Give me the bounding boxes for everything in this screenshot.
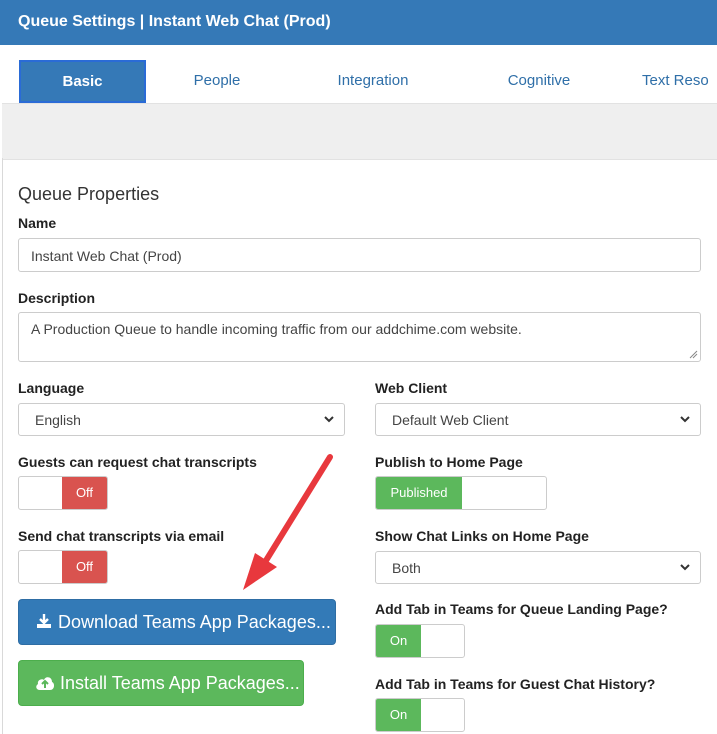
section-title: Queue Properties: [18, 184, 160, 204]
tab-basic[interactable]: Basic: [19, 60, 146, 103]
name-input[interactable]: Instant Web Chat (Prod): [18, 238, 701, 272]
teams-tab-landing-toggle[interactable]: On: [375, 624, 465, 658]
guests-transcripts-label: Guests can request chat transcripts: [18, 454, 257, 470]
chevron-down-icon: [680, 416, 690, 423]
install-button-label: Install Teams App Packages...: [60, 673, 300, 693]
tab-integration[interactable]: Integration: [302, 61, 444, 103]
tab-people[interactable]: People: [162, 61, 272, 103]
chevron-down-icon: [680, 564, 690, 571]
send-transcripts-toggle[interactable]: Off: [18, 550, 108, 584]
toggle-state: Published: [376, 477, 462, 509]
guests-transcripts-toggle[interactable]: Off: [18, 476, 108, 510]
teams-tab-landing-label: Add Tab in Teams for Queue Landing Page?: [375, 601, 668, 617]
toggle-state: On: [376, 699, 421, 731]
window-title: Queue Settings | Instant Web Chat (Prod): [18, 13, 331, 30]
publish-home-toggle[interactable]: Published: [375, 476, 547, 510]
window-header: Queue Settings | Instant Web Chat (Prod): [0, 0, 717, 45]
show-links-value: Both: [392, 560, 421, 576]
language-value: English: [35, 412, 81, 428]
toggle-state: Off: [62, 477, 107, 509]
description-text: A Production Queue to handle incoming tr…: [31, 321, 522, 337]
tab-cognitive[interactable]: Cognitive: [474, 61, 604, 103]
toggle-state: On: [376, 625, 421, 657]
send-transcripts-label: Send chat transcripts via email: [18, 528, 225, 544]
resize-handle-icon[interactable]: [689, 350, 698, 359]
tab-bar: Basic People Integration Cognitive Text …: [2, 45, 717, 103]
teams-tab-history-toggle[interactable]: On: [375, 698, 465, 732]
name-label: Name: [18, 215, 57, 231]
language-select[interactable]: English: [18, 403, 345, 436]
install-teams-packages-button[interactable]: Install Teams App Packages...: [18, 660, 304, 706]
publish-home-label: Publish to Home Page: [375, 454, 523, 470]
web-client-value: Default Web Client: [392, 412, 509, 428]
toggle-state: Off: [62, 551, 107, 583]
tab-text-responses[interactable]: Text Reso: [642, 61, 717, 103]
web-client-label: Web Client: [375, 380, 448, 396]
description-textarea[interactable]: A Production Queue to handle incoming tr…: [18, 312, 701, 362]
language-label: Language: [18, 380, 85, 396]
teams-tab-history-label: Add Tab in Teams for Guest Chat History?: [375, 676, 656, 692]
panel-border: [2, 158, 3, 734]
toolbar: [2, 103, 717, 160]
description-label: Description: [18, 290, 96, 306]
download-teams-packages-button[interactable]: Download Teams App Packages...: [18, 599, 336, 645]
download-icon: [37, 614, 51, 628]
show-links-select[interactable]: Both: [375, 551, 701, 584]
chevron-down-icon: [324, 416, 334, 423]
cloud-upload-icon: [36, 677, 55, 690]
web-client-select[interactable]: Default Web Client: [375, 403, 701, 436]
download-button-label: Download Teams App Packages...: [58, 612, 331, 632]
show-links-label: Show Chat Links on Home Page: [375, 528, 589, 544]
